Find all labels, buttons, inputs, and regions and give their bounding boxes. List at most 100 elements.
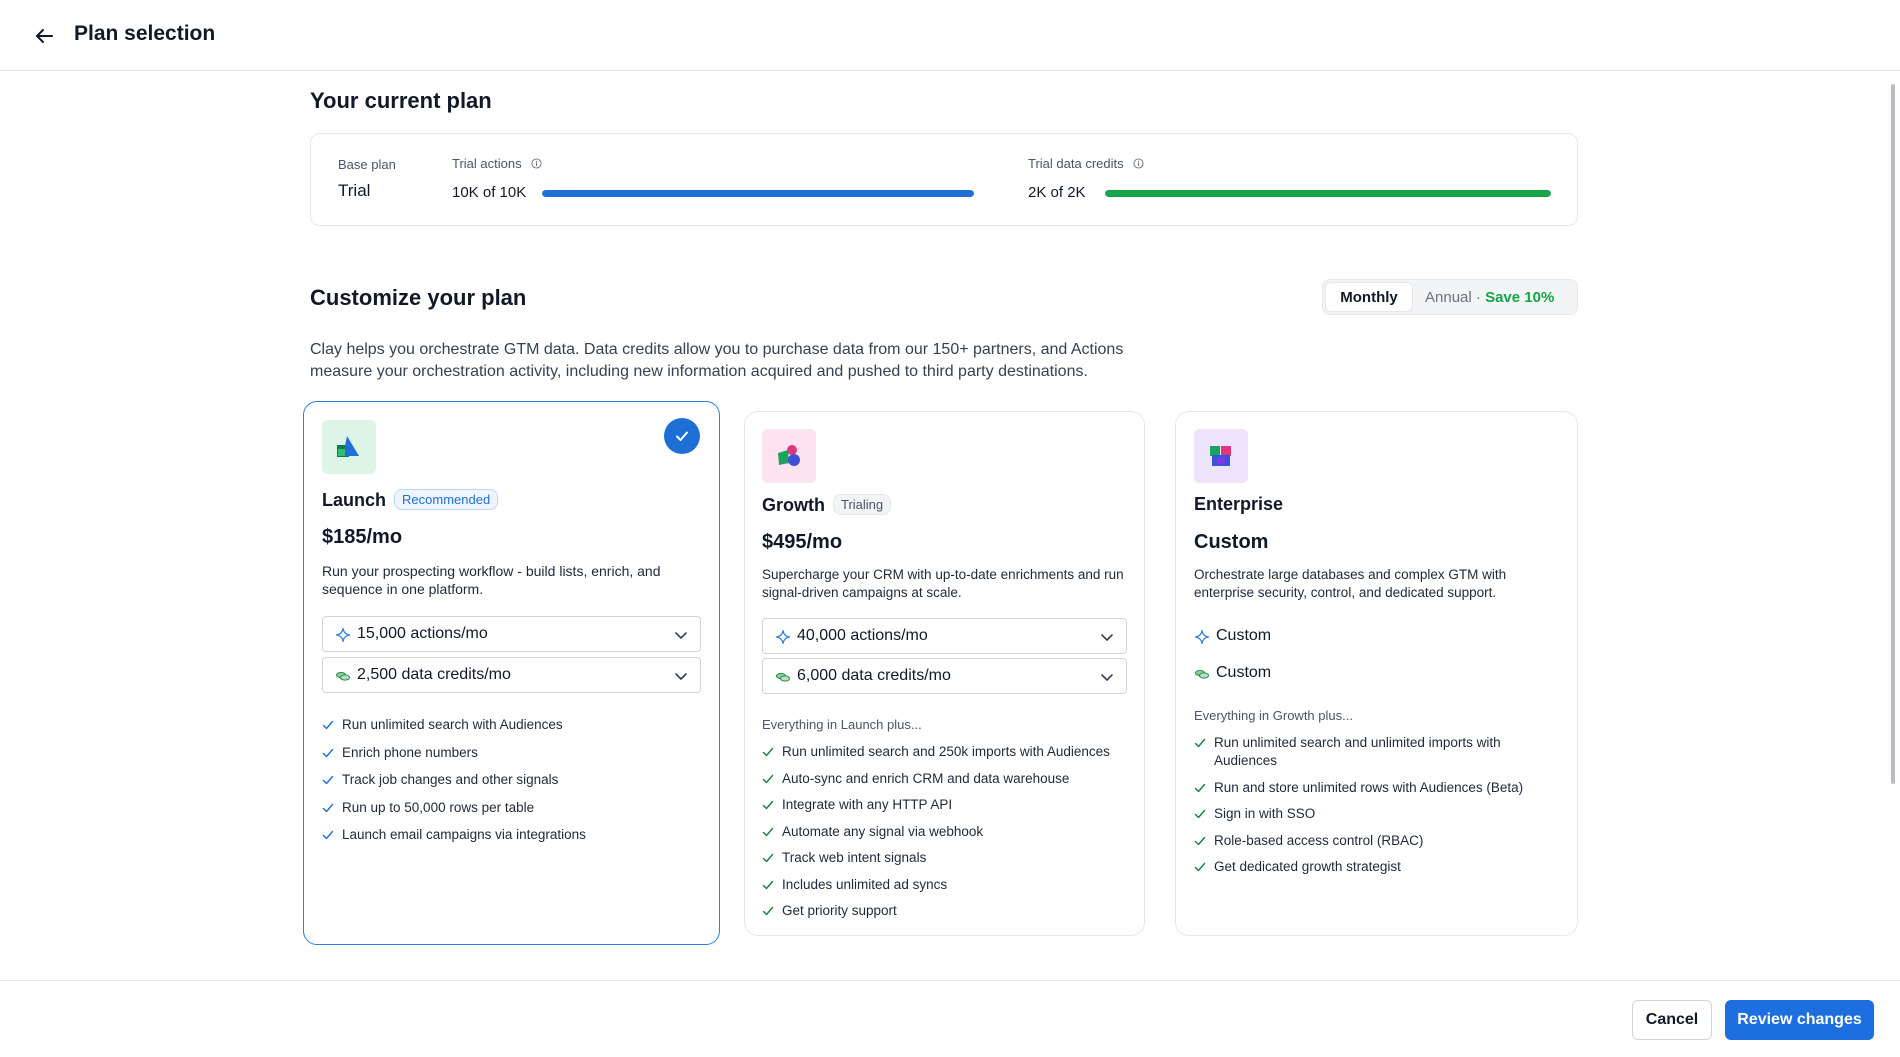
feature-text: Integrate with any HTTP API: [782, 797, 953, 812]
plan-name: Growth Trialing: [762, 494, 892, 516]
check-icon: [322, 720, 334, 730]
growth-logo-icon: [778, 445, 800, 466]
feature-text: Enrich phone numbers: [342, 744, 478, 760]
check-icon: [322, 775, 334, 785]
plan-card-enterprise[interactable]: Enterprise Custom Orchestrate large data…: [1175, 411, 1578, 936]
check-icon: [762, 747, 774, 757]
check-icon: [676, 431, 688, 441]
feature-item: Includes unlimited ad syncs: [762, 876, 1142, 894]
coins-icon: [1195, 669, 1209, 679]
check-icon: [762, 827, 774, 836]
check-icon: [322, 803, 334, 812]
credits-select-value: 2,500 data credits/mo: [357, 666, 511, 683]
selected-check-circle: [664, 418, 700, 454]
billing-monthly-option[interactable]: Monthly: [1325, 282, 1413, 312]
trial-credits-label-text: Trial data credits: [1028, 156, 1124, 171]
credits-select[interactable]: 2,500 data credits/mo: [322, 657, 701, 693]
trial-actions-progress: [542, 190, 974, 197]
actions-select-value: 40,000 actions/mo: [797, 627, 928, 644]
current-plan-card: Base plan Trial Trial actions 10K of 10K…: [310, 133, 1578, 226]
plan-card-launch[interactable]: Launch Recommended $185/mo Run your prosp…: [303, 401, 720, 945]
plan-summary: Orchestrate large databases and complex …: [1194, 567, 1507, 600]
base-plan-label: Base plan: [338, 157, 396, 172]
plan-price: Custom: [1194, 531, 1269, 553]
chevron-down-icon: [675, 673, 687, 680]
sparkle-icon: [775, 629, 791, 645]
credits-custom: Custom: [1194, 664, 1394, 684]
info-icon[interactable]: [1133, 158, 1144, 169]
actions-custom: Custom: [1194, 627, 1394, 647]
scrollbar-thumb[interactable]: [1891, 84, 1895, 784]
info-icon[interactable]: [531, 158, 542, 169]
feature-text: Sign in with SSO: [1214, 806, 1316, 821]
launch-logo-icon: [337, 436, 359, 457]
plan-summary: Run your prospecting workflow - build li…: [322, 563, 661, 597]
plus-label: Everything in Growth plus...: [1194, 708, 1353, 723]
enterprise-plan-icon: [1194, 429, 1248, 483]
feature-item: Integrate with any HTTP API: [762, 796, 1142, 814]
billing-annual-label: Annual: [1425, 289, 1472, 306]
sparkle-icon: [335, 627, 351, 643]
cancel-button[interactable]: Cancel: [1632, 1000, 1712, 1040]
feature-text: Run up to 50,000 rows per table: [342, 799, 535, 815]
feature-text: Includes unlimited ad syncs: [782, 876, 948, 892]
check-icon: [1194, 783, 1206, 792]
back-button[interactable]: [30, 22, 58, 50]
trial-actions-label-text: Trial actions: [452, 156, 522, 171]
feature-item: Automate any signal via webhook: [762, 823, 1142, 841]
plan-price: $495/mo: [762, 531, 843, 553]
feature-text: Track job changes and other signals: [342, 772, 559, 787]
feature-item: Track web intent signals: [762, 849, 1142, 867]
growth-plan-icon: [762, 429, 816, 483]
plan-description: Clay helps you orchestrate GTM data. Dat…: [310, 341, 1124, 380]
chevron-down-icon: [1101, 674, 1113, 681]
actions-select[interactable]: 15,000 actions/mo: [322, 616, 701, 652]
feature-item: Run unlimited search with Audiences: [322, 716, 712, 734]
actions-select[interactable]: 40,000 actions/mo: [762, 618, 1127, 654]
enterprise-logo-icon: [1210, 446, 1231, 466]
coins-icon: [336, 671, 350, 681]
check-icon: [1194, 738, 1206, 748]
billing-annual-separator: ·: [1475, 289, 1481, 306]
feature-item: Run unlimited search and 250k imports wi…: [762, 743, 1142, 761]
check-icon: [762, 853, 774, 863]
billing-annual-option[interactable]: Annual · Save 10%: [1425, 289, 1554, 306]
sparkle-icon: [1194, 629, 1210, 645]
feature-item: Run and store unlimited rows with Audien…: [1194, 779, 1554, 797]
plan-card-growth[interactable]: Growth Trialing $495/mo Supercharge your …: [744, 411, 1145, 936]
feature-list: Run unlimited search and 250k imports wi…: [762, 743, 1142, 920]
current-plan-heading: Your current plan: [310, 88, 492, 113]
trial-credits-progress-fill: [1105, 190, 1551, 197]
plan-name-text: Growth: [762, 495, 825, 515]
top-bar: Plan selection: [0, 0, 1900, 71]
scrollbar[interactable]: [1882, 72, 1900, 981]
feature-item: Auto-sync and enrich CRM and data wareho…: [762, 770, 1142, 788]
trial-credits-value: 2K of 2K: [1028, 184, 1086, 201]
footer-bar: [0, 980, 1900, 1057]
feature-item: Enrich phone numbers: [322, 744, 712, 762]
feature-item: Run unlimited search and unlimited impor…: [1194, 734, 1554, 770]
page-title: Plan selection: [74, 22, 216, 45]
check-icon: [762, 906, 774, 916]
trial-credits-progress: [1105, 190, 1551, 197]
plan-name: Launch Recommended: [322, 489, 499, 511]
feature-text: Run unlimited search and 250k imports wi…: [782, 744, 1110, 759]
chevron-down-icon: [1101, 634, 1113, 641]
check-icon: [1194, 809, 1206, 819]
feature-list: Run unlimited search and unlimited impor…: [1194, 734, 1554, 876]
plan-summary: Supercharge your CRM with up-to-date enr…: [762, 567, 1124, 600]
check-icon: [322, 748, 334, 757]
credits-select[interactable]: 6,000 data credits/mo: [762, 658, 1127, 694]
feature-item: Run up to 50,000 rows per table: [322, 799, 712, 817]
recommended-badge: Recommended: [394, 489, 499, 510]
trial-actions-label: Trial actions: [452, 156, 542, 171]
credits-custom-value: Custom: [1216, 664, 1272, 681]
plan-name: Enterprise: [1194, 494, 1284, 514]
feature-text: Run unlimited search and unlimited impor…: [1214, 735, 1501, 768]
check-icon: [762, 774, 774, 783]
review-changes-button[interactable]: Review changes: [1725, 1000, 1874, 1040]
check-icon: [762, 800, 774, 810]
actions-select-value: 15,000 actions/mo: [357, 625, 488, 642]
coins-icon: [776, 672, 790, 682]
feature-text: Get dedicated growth strategist: [1214, 859, 1401, 874]
